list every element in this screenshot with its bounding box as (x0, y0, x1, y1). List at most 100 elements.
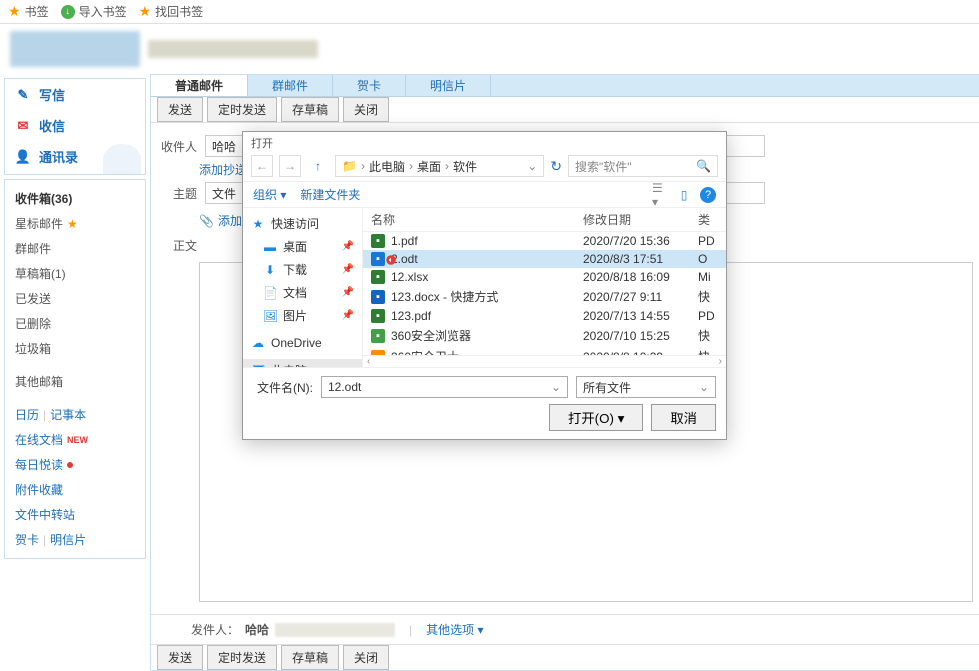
col-date[interactable]: 修改日期 (583, 211, 698, 228)
attach-favorites[interactable]: 附件收藏 (15, 477, 135, 502)
folder-icon: 📁 (342, 159, 357, 173)
tree-pictures[interactable]: 🖼图片📌 (243, 304, 362, 327)
filename-input[interactable]: 12.odt⌄ (321, 376, 568, 398)
calendar-notepad[interactable]: 日历 | 记事本 (15, 402, 135, 427)
deleted-folder[interactable]: 已删除 (15, 311, 135, 336)
cloud-icon: ☁ (251, 336, 265, 350)
file-row[interactable]: ▪123.pdf2020/7/13 14:55PD (363, 307, 726, 325)
file-type-icon: ▪ (371, 329, 385, 343)
red-dot-icon (67, 462, 73, 468)
close-button[interactable]: 关闭 (343, 97, 389, 122)
bookmark-recover[interactable]: ★找回书签 (139, 3, 204, 20)
send-button-bottom[interactable]: 发送 (157, 645, 203, 670)
other-options-link[interactable]: 其他选项 ▾ (426, 621, 483, 638)
refresh-icon[interactable]: ↻ (550, 158, 562, 175)
tree-thispc[interactable]: 🖥此电脑 (243, 359, 362, 367)
compose-tabs: 普通邮件 群邮件 贺卡 明信片 (151, 75, 979, 97)
tree-downloads[interactable]: ⬇下载📌 (243, 258, 362, 281)
close-button-bottom[interactable]: 关闭 (343, 645, 389, 670)
file-relay[interactable]: 文件中转站 (15, 502, 135, 527)
write-mail[interactable]: ✎写信 (5, 79, 145, 110)
star-folder[interactable]: 星标邮件★ (15, 211, 135, 236)
open-button[interactable]: 打开(O) ▾ (549, 404, 643, 431)
folder-tree: ★快速访问 ▬桌面📌 ⬇下载📌 📄文档📌 🖼图片📌 ☁OneDrive 🖥此电脑 (243, 208, 363, 367)
sent-folder[interactable]: 已发送 (15, 286, 135, 311)
file-type-icon: ▪ (371, 290, 385, 304)
col-type[interactable]: 类 (698, 211, 718, 228)
open-file-dialog: 打开 ← → ↑ 📁 › 此电脑 › 桌面 › 软件 ⌄ ↻ 搜索"软件"🔍 组… (242, 131, 727, 440)
file-row[interactable]: ▪123.docx - 快捷方式2020/7/27 9:11快 (363, 286, 726, 307)
file-type-icon: ▪ (371, 252, 385, 266)
tree-quick-access[interactable]: ★快速访问 (243, 212, 362, 235)
clip-icon: 📎 (199, 214, 214, 228)
daily-read[interactable]: 每日悦读 (15, 452, 135, 477)
star-icon: ★ (67, 217, 78, 231)
schedule-button-bottom[interactable]: 定时发送 (207, 645, 277, 670)
search-icon: 🔍 (696, 159, 711, 173)
online-doc[interactable]: 在线文档NEW (15, 427, 135, 452)
help-icon[interactable]: ? (700, 187, 716, 203)
file-row[interactable]: ▪2.odt2020/8/3 17:51O (363, 250, 726, 268)
draft-folder[interactable]: 草稿箱(1) (15, 261, 135, 286)
file-row[interactable]: ▪360安全卫士2020/8/8 10:39快 (363, 346, 726, 355)
doc-icon: 📄 (263, 286, 277, 300)
tree-documents[interactable]: 📄文档📌 (243, 281, 362, 304)
receive-mail[interactable]: ✉收信 (5, 110, 145, 141)
breadcrumb[interactable]: 📁 › 此电脑 › 桌面 › 软件 ⌄ (335, 155, 544, 177)
import-icon: ↓ (61, 5, 75, 19)
other-mailbox-header[interactable]: 其他邮箱 (15, 369, 135, 394)
sidebar: ✎写信 ✉收信 👤通讯录 收件箱(36) 星标邮件★ 群邮件 草稿箱(1) 已发… (0, 74, 150, 671)
organize-menu[interactable]: 组织 ▾ (253, 186, 286, 203)
col-name[interactable]: 名称 (371, 211, 583, 228)
spam-folder[interactable]: 垃圾箱 (15, 336, 135, 361)
tab-postcard[interactable]: 明信片 (406, 75, 491, 96)
draft-button-bottom[interactable]: 存草稿 (281, 645, 339, 670)
pencil-icon: ✎ (15, 87, 31, 103)
nav-forward[interactable]: → (279, 155, 301, 177)
file-row[interactable]: ▪12.xlsx2020/8/18 16:09Mi (363, 268, 726, 286)
chevron-down-icon[interactable]: ⌄ (527, 159, 537, 173)
h-scrollbar[interactable]: ‹› (363, 355, 726, 367)
tree-onedrive[interactable]: ☁OneDrive (243, 333, 362, 353)
file-type-icon: ▪ (371, 234, 385, 248)
header (0, 24, 979, 74)
bookmark-bar: ★书签 ↓导入书签 ★找回书签 (0, 0, 979, 24)
file-row[interactable]: ▪360安全浏览器2020/7/10 15:25快 (363, 325, 726, 346)
title-blurred (148, 40, 318, 58)
tab-card[interactable]: 贺卡 (333, 75, 406, 96)
filename-label: 文件名(N): (253, 379, 313, 396)
send-button[interactable]: 发送 (157, 97, 203, 122)
pin-icon: 📌 (342, 287, 354, 298)
search-input[interactable]: 搜索"软件"🔍 (568, 155, 718, 177)
schedule-button[interactable]: 定时发送 (207, 97, 277, 122)
new-folder[interactable]: 新建文件夹 (300, 186, 360, 203)
inbox-header[interactable]: 收件箱(36) (15, 186, 135, 211)
cards[interactable]: 贺卡 | 明信片 (15, 527, 135, 552)
preview-icon[interactable]: ▯ (676, 187, 692, 203)
file-row[interactable]: ▪1.pdf2020/7/20 15:36PD (363, 232, 726, 250)
bookmark-item[interactable]: ★书签 (8, 3, 49, 20)
avatar-decoration (103, 144, 141, 174)
contacts-icon: 👤 (15, 149, 31, 165)
nav-back[interactable]: ← (251, 155, 273, 177)
cancel-button[interactable]: 取消 (651, 404, 716, 431)
tab-group[interactable]: 群邮件 (248, 75, 333, 96)
cursor-icon (385, 254, 397, 266)
file-type-icon: ▪ (371, 309, 385, 323)
tab-normal[interactable]: 普通邮件 (151, 75, 248, 96)
file-filter[interactable]: 所有文件⌄ (576, 376, 716, 398)
file-type-icon: ▪ (371, 350, 385, 356)
body-label: 正文 (157, 237, 197, 254)
sender-addr-blur (275, 623, 395, 637)
draft-button[interactable]: 存草稿 (281, 97, 339, 122)
tree-desktop[interactable]: ▬桌面📌 (243, 235, 362, 258)
bookmark-import[interactable]: ↓导入书签 (61, 3, 127, 20)
file-list: ▪1.pdf2020/7/20 15:36PD▪2.odt2020/8/3 17… (363, 232, 726, 355)
view-icon[interactable]: ☰ ▾ (652, 187, 668, 203)
compose-toolbar: 发送 定时发送 存草稿 关闭 (151, 97, 979, 123)
compose-toolbar-bottom: 发送 定时发送 存草稿 关闭 (151, 644, 979, 670)
chevron-down-icon[interactable]: ⌄ (551, 380, 561, 394)
group-folder[interactable]: 群邮件 (15, 236, 135, 261)
pin-icon: 📌 (342, 241, 354, 252)
nav-up[interactable]: ↑ (307, 155, 329, 177)
